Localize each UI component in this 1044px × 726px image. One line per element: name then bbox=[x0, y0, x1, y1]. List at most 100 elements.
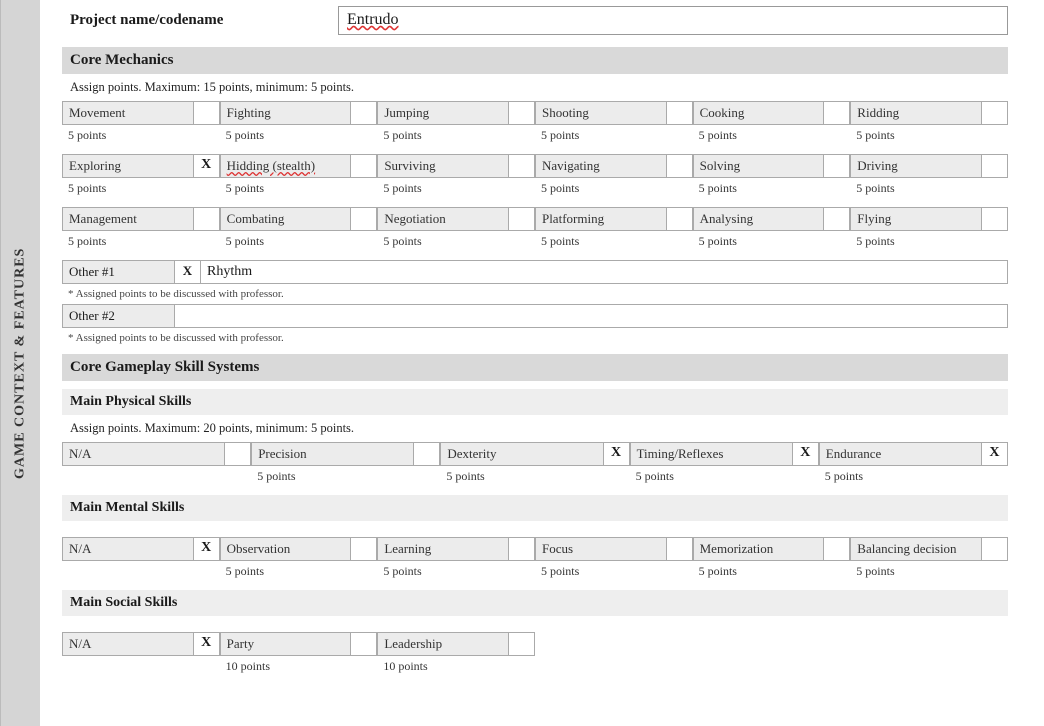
skill-checkbox[interactable] bbox=[667, 155, 693, 177]
skill-label: N/A bbox=[62, 443, 225, 465]
skill-cell: N/AX bbox=[62, 632, 220, 656]
skill-checkbox[interactable] bbox=[667, 538, 693, 560]
skill-checkbox[interactable]: X bbox=[982, 443, 1008, 465]
skill-systems-header: Core Gameplay Skill Systems bbox=[62, 354, 1008, 381]
skill-cell: DexterityX bbox=[440, 442, 629, 466]
skill-label: Exploring bbox=[62, 155, 194, 177]
skill-cell: Memorization bbox=[693, 537, 851, 561]
other2-input[interactable] bbox=[175, 305, 1007, 327]
physical-instruction: Assign points. Maximum: 20 points, minim… bbox=[62, 415, 1008, 442]
skill-checkbox[interactable] bbox=[225, 443, 251, 465]
skill-cell: Negotiation bbox=[377, 207, 535, 231]
skill-checkbox[interactable] bbox=[351, 102, 377, 124]
skill-points: 5 points bbox=[693, 178, 851, 199]
skill-checkbox[interactable] bbox=[351, 633, 377, 655]
skill-label: N/A bbox=[62, 633, 194, 655]
skill-label: Movement bbox=[62, 102, 194, 124]
skill-points: 5 points bbox=[535, 231, 693, 252]
skill-points: 5 points bbox=[850, 125, 1008, 146]
skill-cell: Ridding bbox=[850, 101, 1008, 125]
skill-checkbox[interactable] bbox=[667, 208, 693, 230]
skill-points: 5 points bbox=[693, 561, 851, 582]
skill-label: Dexterity bbox=[440, 443, 603, 465]
skill-points: 5 points bbox=[377, 178, 535, 199]
physical-header: Main Physical Skills bbox=[62, 389, 1008, 415]
skill-checkbox[interactable] bbox=[194, 102, 220, 124]
skill-checkbox[interactable] bbox=[509, 102, 535, 124]
skill-checkbox[interactable] bbox=[351, 208, 377, 230]
skill-label: Analysing bbox=[693, 208, 825, 230]
project-name-input[interactable]: Entrudo bbox=[338, 6, 1008, 35]
skill-label: Jumping bbox=[377, 102, 509, 124]
skill-checkbox[interactable] bbox=[824, 208, 850, 230]
skill-checkbox[interactable] bbox=[982, 155, 1008, 177]
skill-checkbox[interactable] bbox=[667, 102, 693, 124]
skill-points: 5 points bbox=[440, 466, 629, 487]
skill-cell: Learning bbox=[377, 537, 535, 561]
skill-points: 5 points bbox=[693, 231, 851, 252]
skill-cell: Driving bbox=[850, 154, 1008, 178]
social-header: Main Social Skills bbox=[62, 590, 1008, 616]
sidebar-tab: GAME CONTEXT & FEATURES bbox=[0, 0, 40, 726]
skill-points: 10 points bbox=[377, 656, 535, 677]
skill-cell: Surviving bbox=[377, 154, 535, 178]
skill-points: 10 points bbox=[220, 656, 378, 677]
skill-checkbox[interactable] bbox=[824, 102, 850, 124]
skill-points: 5 points bbox=[220, 178, 378, 199]
skill-cell: Platforming bbox=[535, 207, 693, 231]
skill-checkbox[interactable] bbox=[824, 538, 850, 560]
skill-cell: Observation bbox=[220, 537, 378, 561]
skill-label: Hidding (stealth) bbox=[220, 155, 352, 177]
other2-label: Other #2 bbox=[63, 305, 175, 327]
skill-cell: Fighting bbox=[220, 101, 378, 125]
core-mechanics-instruction: Assign points. Maximum: 15 points, minim… bbox=[62, 74, 1008, 101]
skill-checkbox[interactable] bbox=[824, 155, 850, 177]
skill-cell: Balancing decision bbox=[850, 537, 1008, 561]
other1-checkbox[interactable]: X bbox=[175, 261, 201, 283]
skill-label: Combating bbox=[220, 208, 352, 230]
skill-points: 5 points bbox=[377, 125, 535, 146]
skill-points bbox=[62, 561, 220, 582]
skill-checkbox[interactable]: X bbox=[194, 155, 220, 177]
skill-cell: Movement bbox=[62, 101, 220, 125]
skill-label: Navigating bbox=[535, 155, 667, 177]
skill-cell: Flying bbox=[850, 207, 1008, 231]
skill-checkbox[interactable] bbox=[414, 443, 440, 465]
other1-label: Other #1 bbox=[63, 261, 175, 283]
other1-row: Other #1 X Rhythm bbox=[62, 260, 1008, 284]
skill-checkbox[interactable] bbox=[509, 155, 535, 177]
skill-cell: Timing/ReflexesX bbox=[630, 442, 819, 466]
skill-label: Ridding bbox=[850, 102, 982, 124]
skill-cell: Solving bbox=[693, 154, 851, 178]
skill-cell: Combating bbox=[220, 207, 378, 231]
skill-cell: Analysing bbox=[693, 207, 851, 231]
other2-row: Other #2 bbox=[62, 304, 1008, 328]
skill-cell: N/AX bbox=[62, 537, 220, 561]
skill-label: Party bbox=[220, 633, 352, 655]
skill-checkbox[interactable] bbox=[194, 208, 220, 230]
skill-checkbox[interactable] bbox=[509, 208, 535, 230]
skill-points bbox=[62, 466, 251, 487]
skill-label: Negotiation bbox=[377, 208, 509, 230]
skill-checkbox[interactable] bbox=[982, 208, 1008, 230]
skill-cell: Leadership bbox=[377, 632, 535, 656]
other1-note: * Assigned points to be discussed with p… bbox=[62, 284, 1008, 304]
skill-checkbox[interactable] bbox=[982, 538, 1008, 560]
skill-checkbox[interactable] bbox=[509, 633, 535, 655]
skill-cell: Cooking bbox=[693, 101, 851, 125]
skill-checkbox[interactable]: X bbox=[194, 633, 220, 655]
skill-checkbox[interactable] bbox=[509, 538, 535, 560]
skill-label: Management bbox=[62, 208, 194, 230]
other1-input[interactable]: Rhythm bbox=[201, 261, 1007, 283]
skill-cell: Management bbox=[62, 207, 220, 231]
skill-points: 5 points bbox=[850, 178, 1008, 199]
skill-checkbox[interactable]: X bbox=[194, 538, 220, 560]
skill-checkbox[interactable]: X bbox=[604, 443, 630, 465]
skill-checkbox[interactable] bbox=[351, 155, 377, 177]
skill-checkbox[interactable] bbox=[982, 102, 1008, 124]
skill-checkbox[interactable] bbox=[351, 538, 377, 560]
skill-checkbox[interactable]: X bbox=[793, 443, 819, 465]
skill-label: Endurance bbox=[819, 443, 982, 465]
skill-points: 5 points bbox=[220, 231, 378, 252]
skill-label: Balancing decision bbox=[850, 538, 982, 560]
